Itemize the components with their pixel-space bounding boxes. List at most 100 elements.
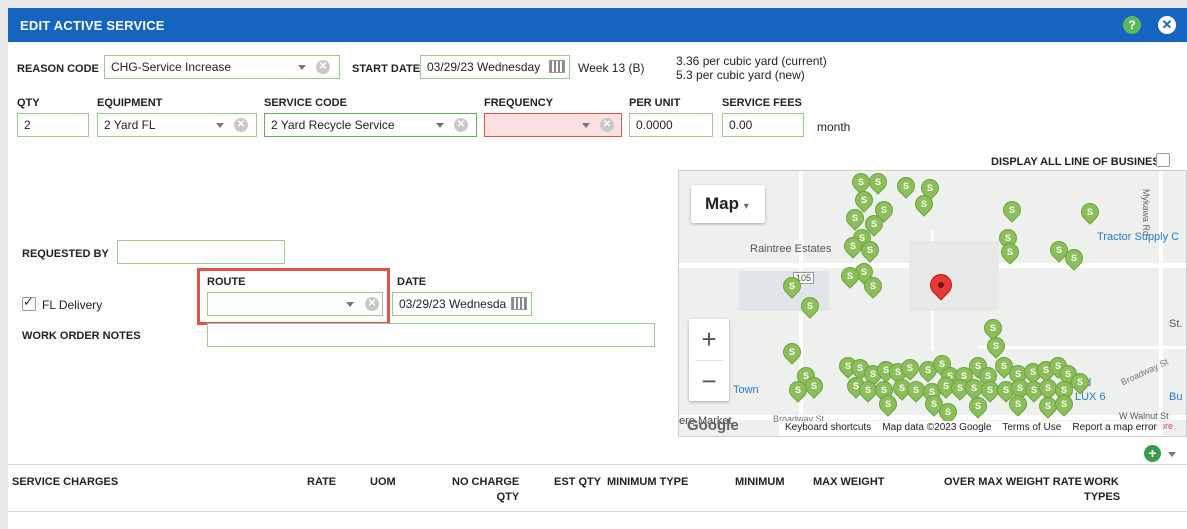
qty-input[interactable]: 2 [17, 113, 89, 137]
start-date-label: START DATE [352, 63, 421, 75]
pin-label: S [1014, 399, 1021, 409]
map-label-bu: Bu [1169, 391, 1183, 403]
keyboard-shortcuts-link[interactable]: Keyboard shortcuts [785, 422, 871, 433]
pin-label: S [866, 245, 873, 255]
reason-code-value: CHG-Service Increase [111, 60, 232, 74]
pin-label: S [902, 181, 909, 191]
pin-label: S [989, 323, 996, 333]
service-code-select[interactable]: 2 Yard Recycle Service [264, 113, 477, 137]
zoom-control: + − [689, 319, 729, 401]
start-date-field[interactable]: 03/29/23 Wednesday [420, 55, 570, 79]
qty-label: QTY [17, 97, 40, 109]
pin-label: S [851, 213, 858, 223]
map-road [1159, 171, 1163, 436]
add-charge-button[interactable]: + [1144, 445, 1161, 462]
chevron-down-icon: ▾ [743, 201, 749, 212]
service-location-pin[interactable]: S [999, 197, 1025, 223]
pin-label: S [906, 363, 913, 373]
work-order-notes-input[interactable] [207, 323, 655, 347]
map-road [979, 346, 1186, 349]
map-label-tractor: Tractor Supply C [1097, 231, 1180, 243]
equipment-select[interactable]: 2 Yard FL [97, 113, 257, 137]
pin-label: S [806, 301, 813, 311]
pin-label: S [1076, 377, 1083, 387]
equipment-value: 2 Yard FL [104, 118, 156, 132]
zoom-in-button[interactable]: + [689, 319, 729, 360]
chevron-down-icon[interactable] [582, 123, 590, 128]
service-location-pin[interactable]: S [893, 173, 919, 199]
col-uom: UOM [370, 476, 396, 488]
requested-by-input[interactable] [117, 240, 285, 264]
col-work-types-line2: TYPES [1084, 491, 1121, 503]
display-all-lob-checkbox[interactable] [1156, 153, 1170, 167]
table-header-divider [8, 511, 1187, 512]
display-all-lob-label: DISPLAY ALL LINE OF BUSINESS [991, 156, 1168, 168]
pin-label: S [944, 407, 951, 417]
dialog-title: EDIT ACTIVE SERVICE [20, 18, 165, 33]
pin-label: S [788, 347, 795, 357]
service-location-pin[interactable]: S [983, 333, 1009, 359]
report-error-link[interactable]: Report a map error [1072, 422, 1156, 433]
service-map[interactable]: Raintree Estates Tractor Supply C St. To… [678, 170, 1187, 437]
map-type-button[interactable]: Map ▾ [691, 185, 765, 223]
service-code-label: SERVICE CODE [264, 97, 347, 109]
col-rate: RATE [307, 476, 337, 488]
per-unit-value: 0.0000 [636, 118, 673, 132]
pin-label: S [849, 241, 856, 251]
clear-icon[interactable]: ✕ [454, 118, 468, 132]
chevron-down-icon[interactable] [436, 123, 444, 128]
equipment-label: EQUIPMENT [97, 97, 163, 109]
service-fees-input[interactable]: 0.00 [722, 113, 804, 137]
pin-label: S [912, 385, 919, 395]
requested-by-label: REQUESTED BY [22, 248, 109, 260]
chevron-down-icon[interactable] [298, 65, 306, 70]
col-no-charge-line2: QTY [496, 491, 520, 503]
chevron-down-icon[interactable] [216, 123, 224, 128]
route-select[interactable] [207, 292, 383, 316]
pin-label: S [884, 399, 891, 409]
pin-label: S [974, 401, 981, 411]
map-label-town: Town [733, 384, 759, 396]
pin-label: S [1044, 383, 1051, 393]
pin-label: S [860, 195, 867, 205]
close-icon[interactable]: ✕ [1158, 16, 1176, 34]
table-top-divider [8, 464, 1187, 465]
clear-icon[interactable]: ✕ [365, 297, 379, 311]
pin-label: S [788, 281, 795, 291]
date-label: DATE [397, 276, 427, 288]
calendar-icon[interactable] [549, 60, 565, 73]
col-no-charge-line1: NO CHARGE [452, 476, 520, 488]
col-minimum-type: MINIMUM TYPE [607, 476, 689, 488]
col-no-charge: NO CHARGE QTY [452, 475, 519, 505]
pin-label: S [1044, 401, 1051, 411]
pin-label: S [1006, 247, 1013, 257]
date-value: 03/29/23 Wednesda [399, 297, 507, 311]
clear-icon[interactable]: ✕ [234, 118, 248, 132]
per-unit-input[interactable]: 0.0000 [629, 113, 713, 137]
week-text: Week 13 (B) [578, 61, 645, 75]
zoom-out-button[interactable]: − [689, 361, 729, 402]
clear-icon[interactable]: ✕ [316, 60, 330, 74]
col-service-charges: SERVICE CHARGES [12, 476, 119, 488]
pin-label: S [970, 383, 977, 393]
service-location-pin[interactable]: S [997, 239, 1023, 265]
pin-label: S [874, 177, 881, 187]
service-location-pin[interactable]: S [860, 273, 886, 299]
chevron-down-icon[interactable] [1168, 452, 1176, 457]
rate-current-text: 3.36 per cubic yard (current) [676, 54, 827, 68]
fl-delivery-label: FL Delivery [42, 298, 103, 312]
service-code-value: 2 Yard Recycle Service [271, 118, 395, 132]
terms-link[interactable]: Terms of Use [1002, 422, 1061, 433]
help-icon[interactable]: ? [1123, 16, 1141, 34]
pin-label: S [1070, 253, 1077, 263]
map-type-label: Map [705, 194, 739, 213]
map-label-walnut: W Walnut St [1119, 411, 1169, 421]
qty-value: 2 [24, 118, 31, 132]
clear-icon[interactable]: ✕ [600, 118, 614, 132]
map-label-mykawa: Mykawa Rd [1141, 189, 1151, 237]
service-location-pin[interactable]: S [1077, 199, 1103, 225]
chevron-down-icon[interactable] [346, 302, 354, 307]
calendar-icon[interactable] [511, 297, 527, 310]
google-logo: Google [687, 417, 739, 434]
pin-label: S [992, 341, 999, 351]
